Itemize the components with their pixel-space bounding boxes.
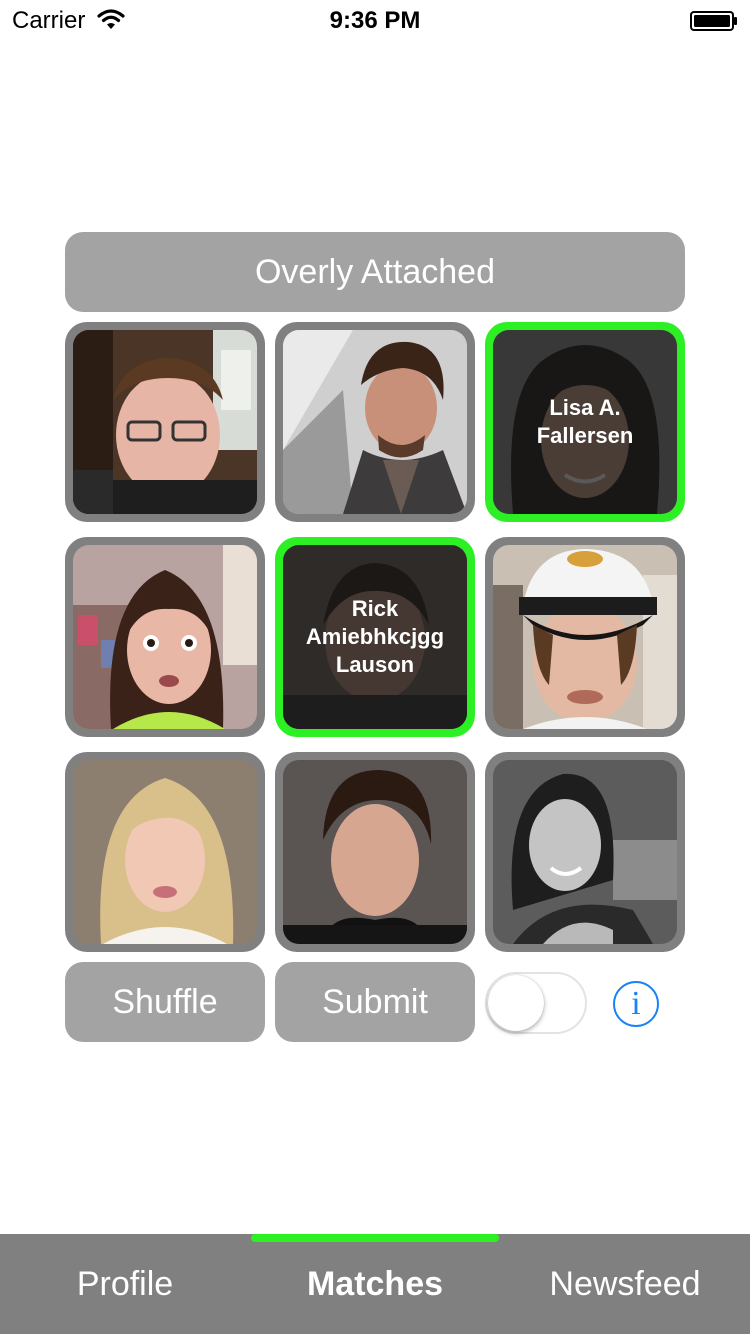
tab-newsfeed[interactable]: Newsfeed <box>500 1234 750 1334</box>
match-name-label: Rick Amiebhkcjgg Lauson <box>305 596 445 677</box>
profile-photo <box>73 760 257 944</box>
battery-icon <box>690 11 737 31</box>
shuffle-button[interactable]: Shuffle <box>65 962 265 1042</box>
submit-button[interactable]: Submit <box>275 962 475 1042</box>
group-title-banner: Overly Attached <box>65 232 685 312</box>
profile-photo <box>283 760 467 944</box>
match-tile-4[interactable] <box>65 537 265 737</box>
match-tile-6[interactable] <box>485 537 685 737</box>
toggle-knob <box>488 975 544 1031</box>
match-tile-9[interactable] <box>485 752 685 952</box>
profile-photo <box>73 330 257 514</box>
match-name-label: Lisa A. Fallersen <box>536 395 634 448</box>
match-tile-3[interactable]: Lisa A. Fallersen <box>485 322 685 522</box>
match-tile-5[interactable]: Rick Amiebhkcjgg Lauson <box>275 537 475 737</box>
profile-photo <box>493 545 677 729</box>
match-tile-8[interactable] <box>275 752 475 952</box>
status-time: 9:36 PM <box>329 7 421 34</box>
profile-photo: Lisa A. Fallersen <box>493 330 677 514</box>
match-tile-2[interactable] <box>275 322 475 522</box>
info-icon[interactable]: i <box>613 981 659 1027</box>
profile-photo <box>283 330 467 514</box>
profile-photo <box>493 760 677 944</box>
profile-photo: Rick Amiebhkcjgg Lauson <box>283 545 467 729</box>
match-tile-1[interactable] <box>65 322 265 522</box>
status-bar: Carrier 9:36 PM <box>0 0 750 40</box>
toggle-switch[interactable] <box>485 972 587 1034</box>
profile-photo <box>73 545 257 729</box>
tab-profile[interactable]: Profile <box>0 1234 250 1334</box>
tab-matches[interactable]: Matches <box>250 1234 500 1334</box>
match-tile-7[interactable] <box>65 752 265 952</box>
